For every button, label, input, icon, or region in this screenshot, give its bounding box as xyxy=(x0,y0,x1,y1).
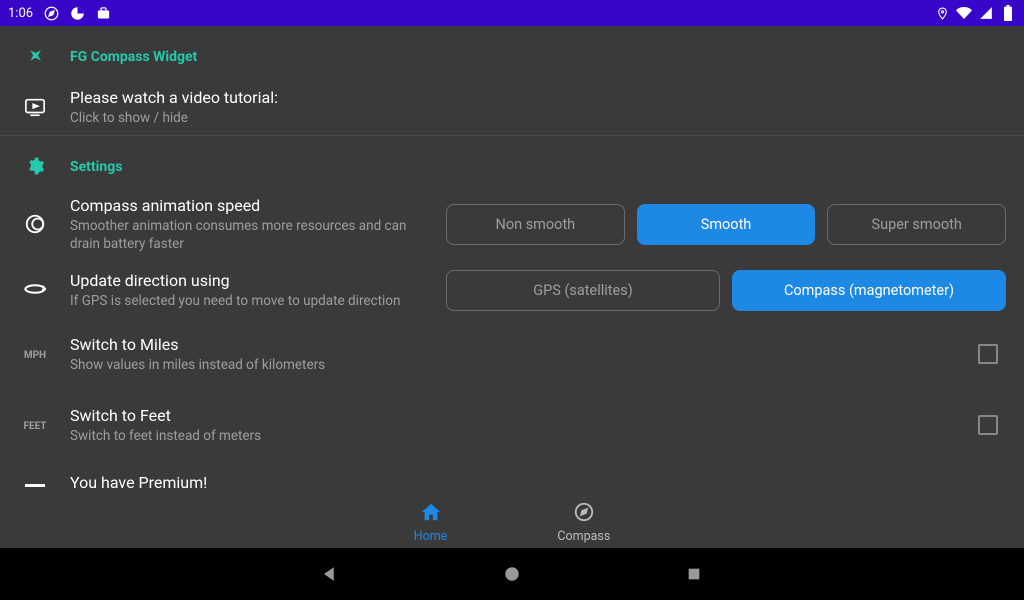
premium-row[interactable]: You have Premium! xyxy=(0,461,1024,496)
direction-option-compass[interactable]: Compass (magnetometer) xyxy=(732,270,1006,311)
tab-compass-label: Compass xyxy=(557,529,610,544)
compass-icon xyxy=(25,46,45,70)
feet-checkbox[interactable] xyxy=(978,415,998,435)
location-icon xyxy=(934,5,950,21)
feet-row[interactable]: FEET Switch to Feet Switch to feet inste… xyxy=(0,390,1024,461)
nav-back[interactable] xyxy=(319,563,341,585)
anim-option-nonsmooth[interactable]: Non smooth xyxy=(446,204,625,245)
status-time: 1:06 xyxy=(8,6,33,21)
anim-option-supersmooth[interactable]: Super smooth xyxy=(827,204,1006,245)
video-icon xyxy=(24,96,46,122)
direction-title: Update direction using xyxy=(70,271,430,290)
app-title: FG Compass Widget xyxy=(70,49,1006,65)
battery-icon xyxy=(1000,5,1016,21)
settings-header: Settings xyxy=(70,159,1006,175)
direction-icon xyxy=(23,280,47,302)
pie-icon xyxy=(69,5,85,21)
miles-title: Switch to Miles xyxy=(70,335,978,354)
mph-icon: MPH xyxy=(24,350,46,361)
direction-option-gps[interactable]: GPS (satellites) xyxy=(446,270,720,311)
feet-icon: FEET xyxy=(23,421,46,432)
section-header-app: FG Compass Widget xyxy=(0,26,1024,80)
status-bar: 1:06 xyxy=(0,0,1024,26)
gear-icon xyxy=(25,156,45,180)
briefcase-icon xyxy=(95,5,111,21)
section-header-settings: Settings xyxy=(0,136,1024,188)
android-nav-bar xyxy=(0,548,1024,600)
main-content: FG Compass Widget Please watch a video t… xyxy=(0,26,1024,548)
nav-recent[interactable] xyxy=(683,563,705,585)
direction-row: Update direction using If GPS is selecte… xyxy=(0,262,1024,319)
anim-title: Compass animation speed xyxy=(70,196,430,215)
compass-tab-icon xyxy=(573,501,595,527)
miles-checkbox[interactable] xyxy=(978,344,998,364)
tab-home[interactable]: Home xyxy=(414,501,448,544)
miles-sub: Show values in miles instead of kilomete… xyxy=(70,356,978,374)
anim-option-smooth[interactable]: Smooth xyxy=(637,204,816,245)
signal-icon xyxy=(978,5,994,21)
premium-icon xyxy=(25,475,45,494)
anim-sub: Smoother animation consumes more resourc… xyxy=(70,217,430,253)
animation-icon xyxy=(24,213,46,239)
premium-title: You have Premium! xyxy=(70,473,1006,492)
tutorial-sub: Click to show / hide xyxy=(70,109,1006,127)
tutorial-row[interactable]: Please watch a video tutorial: Click to … xyxy=(0,80,1024,135)
anim-speed-row: Compass animation speed Smoother animati… xyxy=(0,188,1024,261)
feet-title: Switch to Feet xyxy=(70,406,978,425)
home-icon xyxy=(420,501,442,527)
miles-row[interactable]: MPH Switch to Miles Show values in miles… xyxy=(0,319,1024,390)
compass-app-icon xyxy=(43,5,59,21)
bottom-tabs: Home Compass xyxy=(0,496,1024,548)
tutorial-title: Please watch a video tutorial: xyxy=(70,88,1006,107)
nav-home[interactable] xyxy=(501,563,523,585)
wifi-icon xyxy=(956,5,972,21)
direction-sub: If GPS is selected you need to move to u… xyxy=(70,292,430,310)
tab-compass[interactable]: Compass xyxy=(557,501,610,544)
feet-sub: Switch to feet instead of meters xyxy=(70,427,978,445)
tab-home-label: Home xyxy=(414,529,448,544)
